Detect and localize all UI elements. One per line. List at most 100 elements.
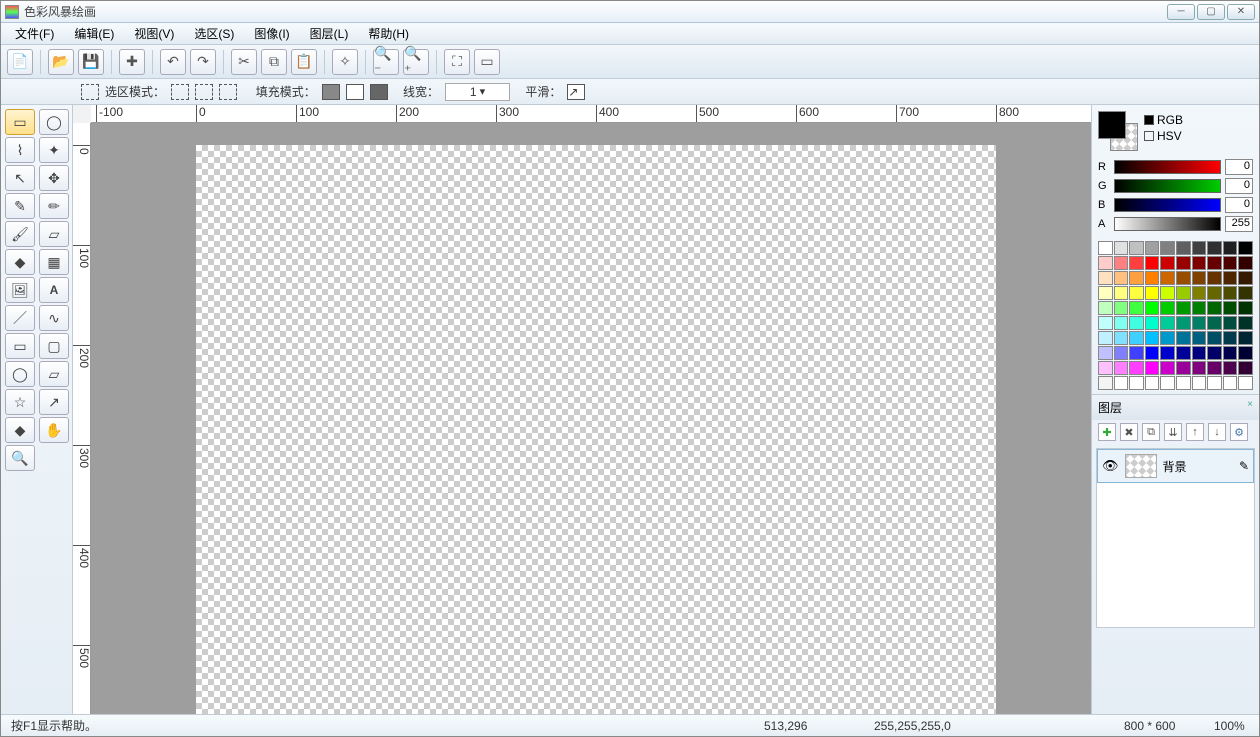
tool-pointer[interactable]: ↖ [5,165,35,191]
palette-swatch[interactable] [1207,301,1222,315]
cut-button[interactable]: ✂ [231,49,257,75]
palette-swatch[interactable] [1098,316,1113,330]
palette-swatch[interactable] [1223,241,1238,255]
layer-item[interactable]: 👁 背景 ✎ [1097,449,1254,483]
palette-swatch[interactable] [1160,256,1175,270]
tool-polygon[interactable]: ▱ [39,361,69,387]
color-swatch-pair[interactable] [1098,111,1138,151]
palette-swatch[interactable] [1238,346,1253,360]
palette-swatch[interactable] [1238,331,1253,345]
layer-up[interactable]: ↑ [1186,423,1204,441]
tool-eraser[interactable]: ▱ [39,221,69,247]
palette-swatch[interactable] [1114,316,1129,330]
value-a[interactable]: 255 [1225,216,1253,232]
palette-swatch[interactable] [1192,346,1207,360]
palette-swatch[interactable] [1176,346,1191,360]
palette-swatch[interactable] [1145,256,1160,270]
foreground-color[interactable] [1098,111,1126,139]
maximize-button[interactable]: ▢ [1197,4,1225,20]
menu-edit[interactable]: 编辑(E) [64,23,124,44]
palette-swatch[interactable] [1114,256,1129,270]
palette-swatch[interactable] [1238,241,1253,255]
palette-swatch[interactable] [1223,331,1238,345]
palette-swatch[interactable] [1098,286,1113,300]
mode-rgb[interactable]: RGB [1144,113,1183,127]
palette-swatch[interactable] [1192,256,1207,270]
palette-swatch[interactable] [1098,271,1113,285]
layer-settings[interactable]: ⚙ [1230,423,1248,441]
palette-swatch[interactable] [1176,301,1191,315]
palette-swatch[interactable] [1207,346,1222,360]
palette-swatch[interactable] [1160,241,1175,255]
tool-line[interactable]: ／ [5,305,35,331]
palette-swatch[interactable] [1160,361,1175,375]
palette-swatch[interactable] [1176,316,1191,330]
palette-swatch[interactable] [1176,286,1191,300]
tool-hand[interactable]: ✋ [39,417,69,443]
palette-swatch[interactable] [1129,376,1144,390]
palette-swatch[interactable] [1160,286,1175,300]
tool-text[interactable]: A [39,277,69,303]
open-button[interactable]: 📂 [48,49,74,75]
palette-swatch[interactable] [1238,361,1253,375]
palette-swatch[interactable] [1129,361,1144,375]
sel-mode-add[interactable] [195,84,213,100]
tool-bucket[interactable]: ◆ [5,249,35,275]
sel-mode-sub[interactable] [219,84,237,100]
palette-swatch[interactable] [1114,271,1129,285]
layer-delete[interactable]: ✖ [1120,423,1138,441]
palette-swatch[interactable] [1129,286,1144,300]
palette-swatch[interactable] [1129,331,1144,345]
palette-swatch[interactable] [1192,331,1207,345]
slider-r[interactable] [1114,160,1221,174]
palette-swatch[interactable] [1145,271,1160,285]
palette-swatch[interactable] [1192,271,1207,285]
tool-arrow[interactable]: ↗ [39,389,69,415]
layer-down[interactable]: ↓ [1208,423,1226,441]
palette-swatch[interactable] [1160,316,1175,330]
zoom-out-button[interactable]: 🔍⁻ [373,49,399,75]
layer-duplicate[interactable]: ⧉ [1142,423,1160,441]
slider-g[interactable] [1114,179,1221,193]
slider-a[interactable] [1114,217,1221,231]
palette-swatch[interactable] [1145,346,1160,360]
palette-swatch[interactable] [1207,361,1222,375]
palette-swatch[interactable] [1223,346,1238,360]
palette-swatch[interactable] [1238,256,1253,270]
palette-swatch[interactable] [1207,256,1222,270]
close-button[interactable]: ✕ [1227,4,1255,20]
palette-swatch[interactable] [1176,376,1191,390]
palette-swatch[interactable] [1207,271,1222,285]
palette-swatch[interactable] [1145,301,1160,315]
palette-swatch[interactable] [1129,316,1144,330]
palette-swatch[interactable] [1129,256,1144,270]
palette-swatch[interactable] [1145,286,1160,300]
palette-swatch[interactable] [1192,361,1207,375]
palette-swatch[interactable] [1114,376,1129,390]
palette-swatch[interactable] [1098,301,1113,315]
edit-icon[interactable]: ✎ [1239,459,1249,473]
palette-swatch[interactable] [1129,346,1144,360]
tool-gradient[interactable]: ▦ [39,249,69,275]
palette-swatch[interactable] [1207,376,1222,390]
tool-move[interactable]: ✥ [39,165,69,191]
palette-swatch[interactable] [1223,256,1238,270]
palette-swatch[interactable] [1238,271,1253,285]
palette-swatch[interactable] [1160,331,1175,345]
palette-swatch[interactable] [1145,331,1160,345]
tool-lasso[interactable]: ⌇ [5,137,35,163]
sel-mode-new[interactable] [171,84,189,100]
palette-swatch[interactable] [1223,301,1238,315]
palette-swatch[interactable] [1098,346,1113,360]
palette-swatch[interactable] [1129,271,1144,285]
fill-both[interactable] [370,84,388,100]
palette-swatch[interactable] [1129,301,1144,315]
tool-zoom[interactable]: 🔍 [5,445,35,471]
value-b[interactable]: 0 [1225,197,1253,213]
palette-swatch[interactable] [1192,316,1207,330]
palette-swatch[interactable] [1098,256,1113,270]
tool-roundrect[interactable]: ▢ [39,333,69,359]
palette-swatch[interactable] [1207,331,1222,345]
tool-fill-shape[interactable]: ◆ [5,417,35,443]
palette-swatch[interactable] [1145,316,1160,330]
